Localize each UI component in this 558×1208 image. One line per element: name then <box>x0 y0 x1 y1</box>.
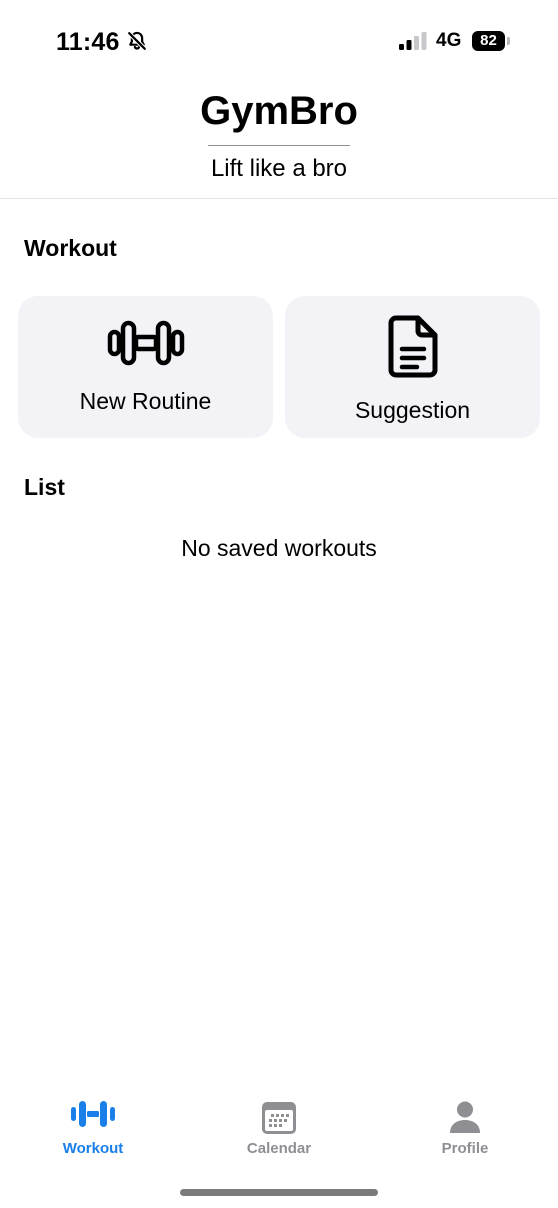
tab-calendar-label: Calendar <box>246 1140 312 1157</box>
workout-section-heading: Workout <box>24 235 117 261</box>
network-type-label: 4G <box>436 30 462 51</box>
tab-workout-label: Workout <box>62 1140 124 1157</box>
home-indicator[interactable] <box>180 1189 378 1196</box>
app-screen: 11:46 4G 82 GymBro Lift like a bro Worko… <box>0 0 558 1208</box>
suggestion-label: Suggestion <box>354 397 471 423</box>
app-title: GymBro <box>200 89 358 133</box>
tab-workout[interactable]: Workout <box>0 1086 186 1166</box>
empty-list-message: No saved workouts <box>181 535 377 561</box>
suggestion-card[interactable]: Suggestion <box>285 296 540 438</box>
status-bar: 11:46 4G 82 <box>0 0 558 84</box>
new-routine-label: New Routine <box>79 388 212 414</box>
dumbbell-icon <box>71 1101 115 1127</box>
document-icon <box>388 315 437 378</box>
tab-calendar[interactable]: Calendar <box>186 1086 372 1166</box>
tab-profile[interactable]: Profile <box>372 1086 558 1166</box>
dumbbell-icon <box>107 320 184 366</box>
bell-slash-icon <box>127 31 147 51</box>
title-divider <box>208 145 350 146</box>
app-header: GymBro Lift like a bro <box>0 84 558 199</box>
signal-icon <box>399 32 427 50</box>
tab-profile-label: Profile <box>441 1140 489 1157</box>
calendar-icon <box>262 1102 296 1134</box>
new-routine-card[interactable]: New Routine <box>18 296 273 438</box>
battery-icon: 82 <box>472 31 510 51</box>
status-time: 11:46 <box>56 28 120 56</box>
list-section-heading: List <box>24 474 65 500</box>
battery-tip <box>507 37 510 45</box>
app-subtitle: Lift like a bro <box>210 155 348 182</box>
person-icon <box>450 1101 480 1133</box>
battery-level: 82 <box>472 31 505 51</box>
